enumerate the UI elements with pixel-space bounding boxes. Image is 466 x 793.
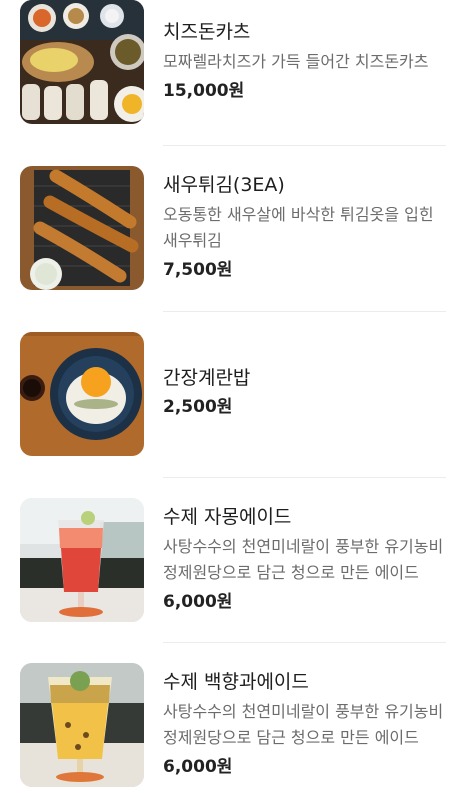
menu-item-soy-egg-rice[interactable]: 간장계란밥 2,500원 <box>0 312 466 462</box>
menu-item-price: 6,000원 <box>163 590 446 614</box>
menu-item-price: 2,500원 <box>163 395 446 419</box>
fried-shrimp-photo <box>20 166 144 290</box>
price-currency: 원 <box>216 592 233 612</box>
menu-item-description: 사탕수수의 천연미네랄이 풍부한 유기농비정제원당으로 담근 청으로 만든 에이… <box>163 702 444 747</box>
menu-item-price: 7,500원 <box>163 258 446 282</box>
menu-item-price: 15,000원 <box>163 79 446 103</box>
price-value: 2,500 <box>163 397 217 417</box>
menu-item-passionfruit-ade[interactable]: 수제 백향과에이드 사탕수수의 천연미네랄이 풍부한 유기농비정제원당으로 담근… <box>0 643 466 793</box>
price-value: 6,000 <box>163 592 217 612</box>
menu-item-description: 모짜렐라치즈가 가득 들어간 치즈돈카츠 <box>163 52 429 71</box>
price-value: 7,500 <box>163 260 217 280</box>
price-currency: 원 <box>216 757 233 777</box>
menu-item-info: 간장계란밥 2,500원 <box>163 365 446 419</box>
menu-item-name: 새우튀김(3EA) <box>163 174 285 196</box>
price-currency: 원 <box>216 260 233 280</box>
menu-item-description: 오동통한 새우살에 바삭한 튀김옷을 입힌 새우튀김 <box>163 205 434 250</box>
soy-egg-rice-photo <box>20 332 144 456</box>
menu-item-info: 수제 자몽에이드 사탕수수의 천연미네랄이 풍부한 유기농비정제원당으로 담근 … <box>163 504 446 614</box>
menu-item-name: 치즈돈카츠 <box>163 21 251 43</box>
menu-item-description: 사탕수수의 천연미네랄이 풍부한 유기농비정제원당으로 담근 청으로 만든 에이… <box>163 537 444 582</box>
price-currency: 원 <box>228 81 245 101</box>
menu-item-name: 간장계란밥 <box>163 367 251 389</box>
menu-item-info: 새우튀김(3EA) 오동통한 새우살에 바삭한 튀김옷을 입힌 새우튀김 7,5… <box>163 172 446 282</box>
menu-item-info: 수제 백향과에이드 사탕수수의 천연미네랄이 풍부한 유기농비정제원당으로 담근… <box>163 669 446 779</box>
passionfruit-ade-photo <box>20 663 144 787</box>
price-value: 15,000 <box>163 81 229 101</box>
grapefruit-ade-photo <box>20 498 144 622</box>
menu-item-name: 수제 백향과에이드 <box>163 671 309 693</box>
menu-item-cheese-donkatsu[interactable]: 치즈돈카츠 모짜렐라치즈가 가득 들어간 치즈돈카츠 15,000원 <box>0 0 466 150</box>
menu-item-info: 치즈돈카츠 모짜렐라치즈가 가득 들어간 치즈돈카츠 15,000원 <box>163 19 446 103</box>
menu-item-fried-shrimp[interactable]: 새우튀김(3EA) 오동통한 새우살에 바삭한 튀김옷을 입힌 새우튀김 7,5… <box>0 146 466 296</box>
price-currency: 원 <box>216 397 233 417</box>
menu-item-price: 6,000원 <box>163 755 446 779</box>
menu-item-name: 수제 자몽에이드 <box>163 506 292 528</box>
price-value: 6,000 <box>163 757 217 777</box>
menu-list: 치즈돈카츠 모짜렐라치즈가 가득 들어간 치즈돈카츠 15,000원 새우튀김(… <box>0 0 466 789</box>
menu-item-grapefruit-ade[interactable]: 수제 자몽에이드 사탕수수의 천연미네랄이 풍부한 유기농비정제원당으로 담근 … <box>0 478 466 628</box>
cheese-donkatsu-photo <box>20 0 144 124</box>
